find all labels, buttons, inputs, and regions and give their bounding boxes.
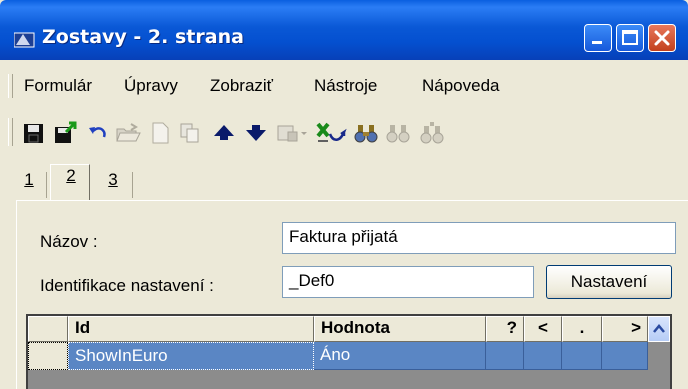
save-icon[interactable]	[20, 120, 48, 146]
column-header-dot[interactable]: .	[562, 316, 602, 342]
toolbar-grip[interactable]	[8, 118, 13, 146]
column-header-next[interactable]: >	[602, 316, 648, 342]
tab-separator	[132, 172, 133, 198]
title-bar[interactable]: Zostavy - 2. strana	[0, 0, 688, 60]
name-label: Názov :	[40, 232, 98, 251]
menu-item-zobrazit[interactable]: Zobraziť	[210, 76, 273, 96]
binoculars-prev-icon[interactable]	[418, 120, 446, 146]
arrow-down-icon[interactable]	[242, 120, 270, 146]
table-cell-next[interactable]	[602, 342, 648, 370]
menu-bar: Formulár Úpravy Zobraziť Nástroje Nápove…	[0, 66, 688, 106]
toolbar	[0, 110, 688, 154]
tab-separator	[46, 172, 47, 198]
menu-item-napoveda[interactable]: Nápoveda	[422, 76, 500, 96]
settings-grid: Id Hodnota ? < . > ShowInEuro Áno	[26, 314, 672, 389]
arrow-up-icon[interactable]	[210, 120, 238, 146]
row-selector[interactable]	[28, 342, 68, 370]
menu-item-nastroje[interactable]: Nástroje	[314, 76, 377, 96]
maximize-icon	[622, 30, 638, 45]
save-as-icon[interactable]	[52, 120, 80, 146]
grid-corner-header	[28, 316, 68, 342]
tab-2-label: 2	[66, 166, 76, 185]
table-cell-id[interactable]: ShowInEuro	[68, 342, 314, 370]
maximize-button[interactable]	[616, 24, 644, 52]
binoculars-next-icon[interactable]	[384, 120, 412, 146]
copy-icon[interactable]	[176, 120, 204, 146]
tab-3[interactable]: 3	[96, 170, 130, 198]
chevron-up-icon	[653, 324, 665, 333]
minimize-button[interactable]	[584, 24, 612, 52]
window-title: Zostavy - 2. strana	[42, 26, 244, 48]
column-header-question[interactable]: ?	[486, 316, 524, 342]
dropdown-arrow-icon[interactable]	[298, 120, 312, 146]
excel-export-icon[interactable]	[314, 120, 348, 146]
new-document-icon[interactable]	[146, 120, 174, 146]
tab-1-label: 1	[24, 170, 34, 189]
identification-field[interactable]: _Def0	[282, 266, 534, 298]
close-icon	[654, 30, 670, 46]
minimize-icon	[592, 41, 602, 44]
application-window: Zostavy - 2. strana Formulár Úpravy Zobr…	[0, 0, 688, 389]
tab-1[interactable]: 1	[12, 170, 46, 198]
binoculars-icon[interactable]	[352, 120, 380, 146]
name-field[interactable]: Faktura přijatá	[282, 222, 676, 254]
identification-label: Identifikace nastavení :	[40, 276, 214, 295]
tab-strip: 1 2 3	[0, 158, 688, 200]
scroll-up-button[interactable]	[648, 316, 670, 342]
table-cell-hodnota[interactable]: Áno	[314, 342, 486, 370]
menubar-grip[interactable]	[8, 74, 13, 98]
table-cell-question[interactable]	[486, 342, 524, 370]
undo-icon[interactable]	[84, 120, 112, 146]
table-cell-dot[interactable]	[562, 342, 602, 370]
menu-item-upravy[interactable]: Úpravy	[124, 76, 178, 96]
tab-2[interactable]: 2	[54, 166, 88, 194]
column-header-prev[interactable]: <	[524, 316, 562, 342]
app-icon	[14, 32, 35, 48]
table-cell-prev[interactable]	[524, 342, 562, 370]
tab-3-label: 3	[108, 170, 118, 189]
settings-button[interactable]: Nastavení	[546, 265, 672, 299]
close-button[interactable]	[648, 24, 676, 52]
column-header-id[interactable]: Id	[68, 316, 314, 342]
menu-item-formular[interactable]: Formulár	[24, 76, 92, 96]
open-folder-icon[interactable]	[114, 120, 142, 146]
column-header-hodnota[interactable]: Hodnota	[314, 316, 486, 342]
